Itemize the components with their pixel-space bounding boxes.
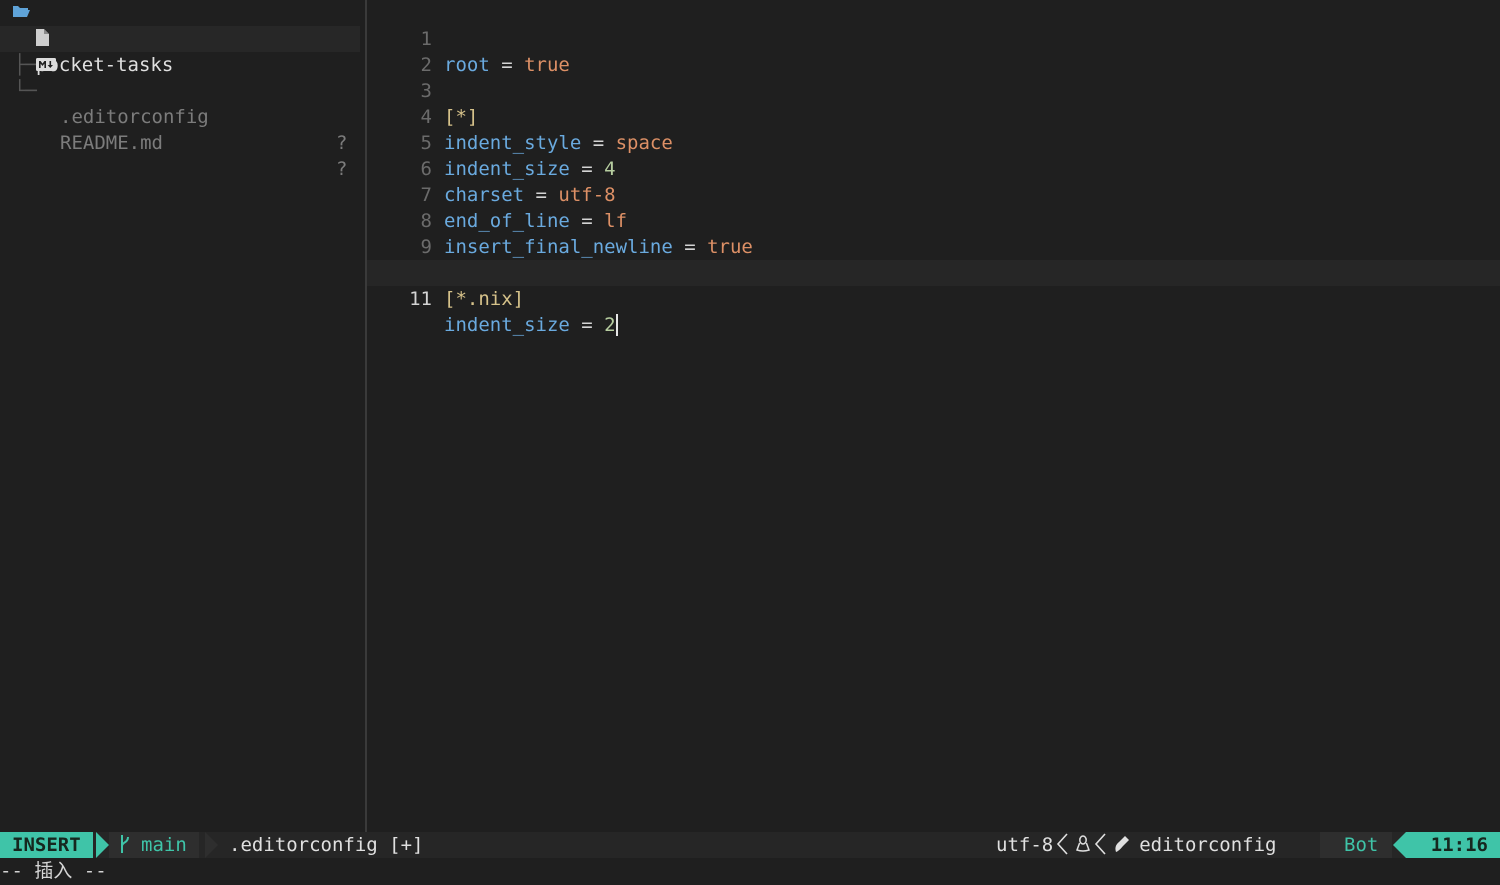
tree-item-editorconfig[interactable]: ├─ .editorconfig ? bbox=[0, 26, 360, 154]
code-line[interactable]: 2 bbox=[367, 26, 1500, 76]
separator-arrow bbox=[1393, 832, 1406, 858]
chevron-left-icon bbox=[1057, 832, 1068, 855]
tree-connector: └─ bbox=[14, 80, 37, 102]
git-branch: main bbox=[109, 832, 199, 858]
code-line[interactable]: 5 indent_size = 4 bbox=[367, 104, 1500, 180]
markdown-icon bbox=[36, 58, 56, 71]
ini-operator: = bbox=[569, 314, 605, 336]
command-line[interactable]: -- 插入 -- bbox=[0, 858, 1500, 885]
code-line[interactable]: 6 charset = utf-8 bbox=[367, 130, 1500, 206]
git-status-badge: ? bbox=[336, 158, 348, 180]
chevron-left-icon bbox=[1095, 832, 1106, 855]
code-line[interactable]: 4 indent_style = space bbox=[367, 78, 1500, 154]
file-encoding: utf-8 bbox=[996, 834, 1054, 856]
code-line[interactable]: 9 bbox=[367, 208, 1500, 258]
code-line[interactable]: 8 insert_final_newline = true bbox=[367, 182, 1500, 258]
code-line-current[interactable]: 11 indent_size = 2 bbox=[367, 260, 1500, 336]
tree-item-label: .editorconfig bbox=[60, 106, 209, 128]
code-line[interactable]: 1 root = true bbox=[367, 0, 1500, 76]
git-branch-icon bbox=[121, 835, 129, 853]
linux-icon bbox=[1076, 834, 1091, 852]
file-tree: pocket-tasks ├─ .editorconfig ? └─ READM… bbox=[0, 0, 366, 832]
editor-buffer[interactable]: 1 root = true 2 3 [*] 4 indent_style = s… bbox=[367, 0, 1500, 832]
ini-value: 2 bbox=[604, 314, 616, 336]
status-filename: .editorconfig [+] bbox=[229, 834, 424, 856]
line-number: 11 bbox=[409, 288, 432, 310]
filetype-icon bbox=[1115, 835, 1130, 852]
separator-arrow bbox=[96, 832, 109, 858]
git-branch-label: main bbox=[141, 834, 187, 856]
text-cursor bbox=[615, 313, 618, 336]
git-status-badge: ? bbox=[336, 132, 348, 154]
scroll-position: Bot bbox=[1320, 832, 1393, 858]
cursor-position: 11:16 bbox=[1406, 832, 1500, 858]
tree-root[interactable]: pocket-tasks bbox=[0, 0, 366, 76]
tree-item-label: README.md bbox=[60, 132, 163, 154]
file-info: utf-8 editorconfig bbox=[996, 832, 1276, 858]
status-line: INSERT main .editorconfig [+] utf-8 edito… bbox=[0, 832, 1500, 858]
code-line[interactable]: 7 end_of_line = lf bbox=[367, 156, 1500, 232]
tree-item-readme[interactable]: └─ README.md ? bbox=[0, 52, 360, 180]
code-line[interactable]: 3 [*] bbox=[367, 52, 1500, 128]
mode-indicator: INSERT bbox=[0, 832, 93, 858]
ini-key: indent_size bbox=[444, 314, 570, 336]
file-type: editorconfig bbox=[1139, 834, 1277, 856]
separator-arrow bbox=[205, 832, 218, 858]
ini-section: [*.nix] bbox=[444, 288, 525, 310]
folder-open-icon bbox=[13, 6, 30, 17]
code-line[interactable]: 10 [*.nix] bbox=[367, 234, 1500, 310]
file-icon bbox=[36, 29, 49, 46]
